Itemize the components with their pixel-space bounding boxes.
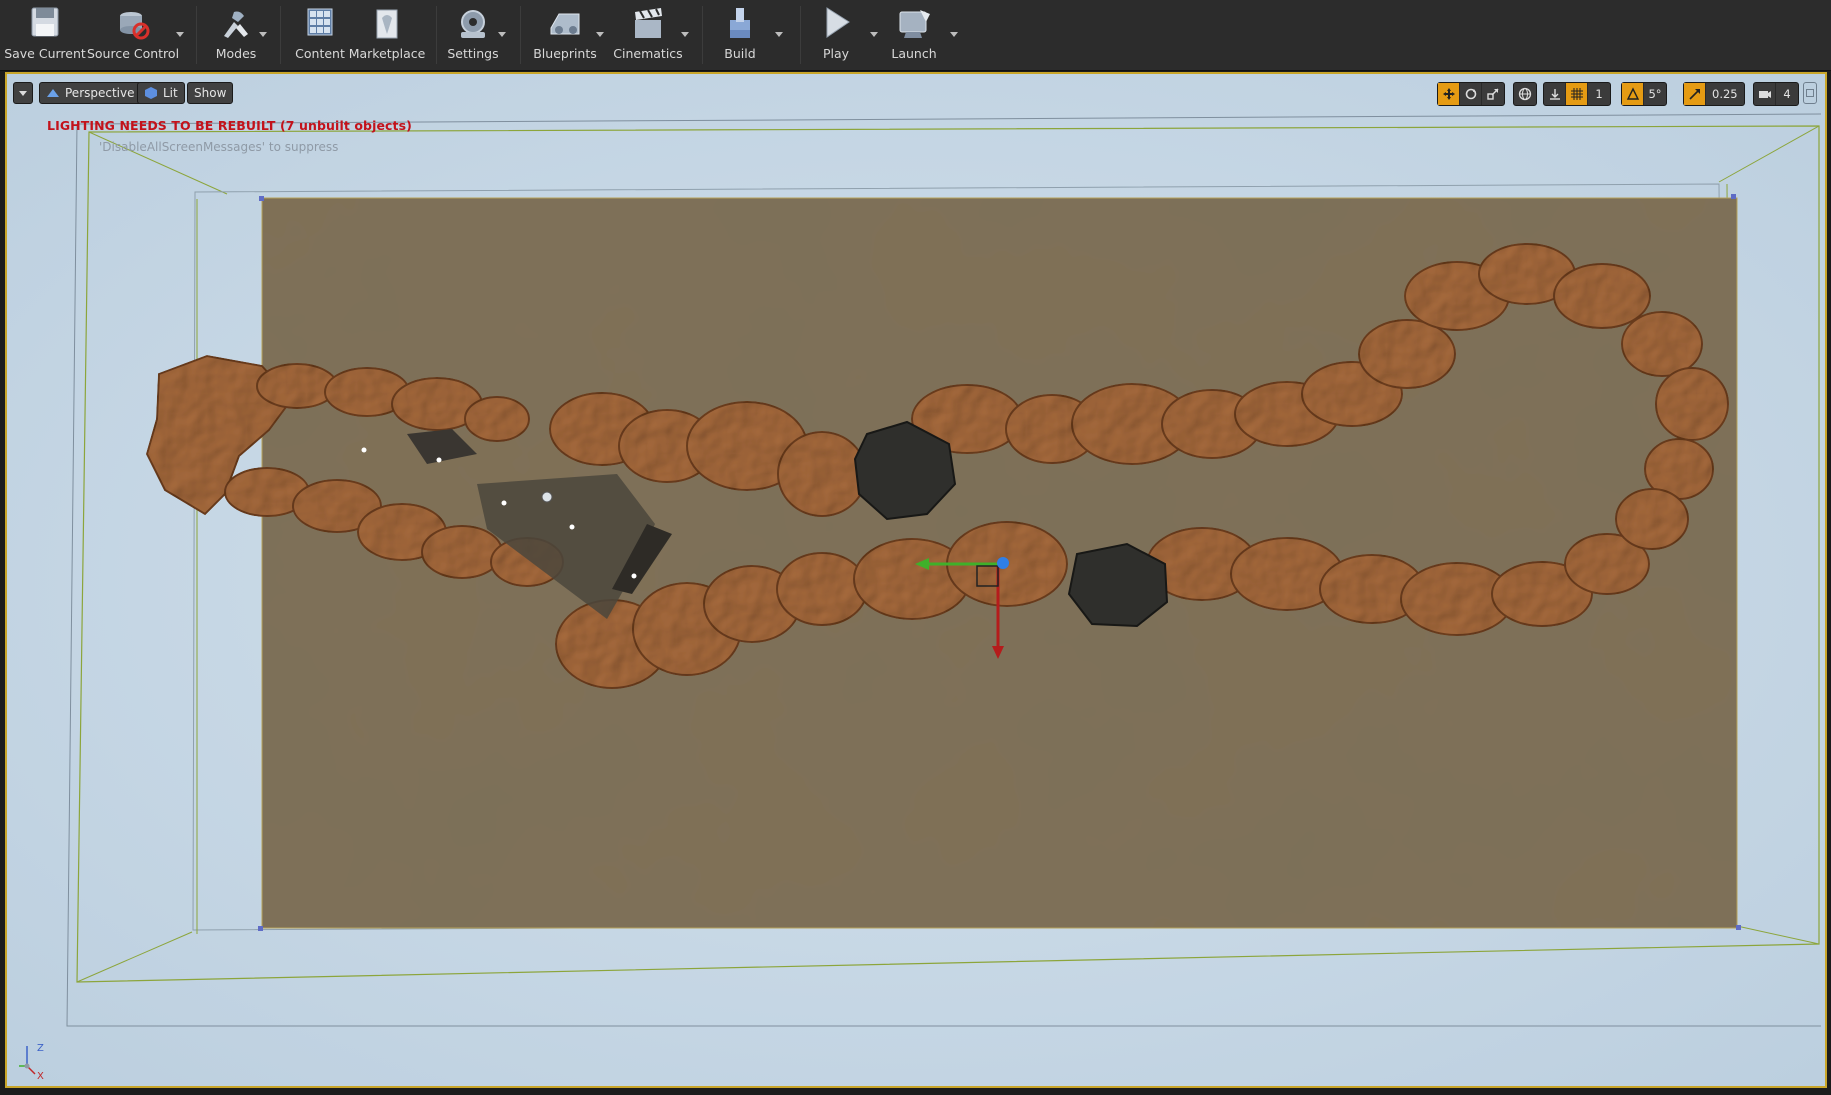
main-toolbar: Save Current Source Control Modes Conten… — [0, 0, 1831, 71]
maximize-viewport-button[interactable] — [1803, 82, 1817, 104]
rotation-snap-toggle[interactable] — [1622, 83, 1644, 105]
content-label: Content — [295, 46, 345, 61]
source-control-icon — [120, 12, 150, 40]
toolbar-separator — [800, 6, 801, 64]
world-space-button[interactable] — [1514, 83, 1536, 105]
surface-snap-button[interactable] — [1544, 83, 1566, 105]
move-arrows-icon — [1442, 88, 1455, 100]
camera-speed-button[interactable] — [1754, 83, 1776, 105]
surface-snap-icon — [1549, 89, 1560, 100]
build-button[interactable]: Build — [712, 4, 768, 66]
build-icon — [730, 8, 750, 38]
source-control-button[interactable]: Source Control — [86, 4, 180, 66]
lit-sphere-icon — [145, 87, 157, 99]
scale-mode-button[interactable] — [1482, 83, 1504, 105]
camera-speed-group: 4 — [1753, 82, 1799, 106]
blueprints-label: Blueprints — [533, 46, 597, 61]
camera-speed-value[interactable]: 4 — [1776, 83, 1798, 105]
grid-icon — [1570, 88, 1583, 100]
toolbar-separator — [280, 6, 281, 64]
grid-size-value[interactable]: 1 — [1588, 83, 1610, 105]
perspective-label: Perspective — [65, 86, 135, 100]
blueprints-icon — [550, 13, 580, 35]
chevron-down-icon — [19, 90, 27, 96]
axis-x-label: X — [37, 1071, 44, 1080]
coordinate-space-group — [1513, 82, 1537, 106]
level-viewport[interactable]: Perspective Lit Show 1 5° 0.25 4 LIGHTIN… — [5, 72, 1827, 1088]
play-label: Play — [822, 46, 850, 61]
lit-button[interactable]: Lit — [137, 82, 185, 104]
toolbar-separator — [702, 6, 703, 64]
play-button[interactable]: Play — [808, 4, 864, 66]
show-button[interactable]: Show — [187, 82, 234, 104]
blueprints-dropdown-caret[interactable] — [596, 32, 604, 37]
toolbar-separator — [196, 6, 197, 64]
viewport-scene[interactable] — [7, 74, 1825, 1086]
settings-label: Settings — [447, 46, 499, 61]
scale-arrow-icon — [1688, 89, 1700, 100]
lighting-warning-message: LIGHTING NEEDS TO BE REBUILT (7 unbuilt … — [47, 118, 412, 133]
save-icon — [31, 7, 59, 37]
play-icon — [826, 7, 850, 38]
grid-snap-toggle[interactable] — [1566, 83, 1588, 105]
rotation-snap-value[interactable]: 5° — [1644, 83, 1666, 105]
grid-snap-group: 1 — [1543, 82, 1611, 106]
settings-button[interactable]: Settings — [444, 4, 502, 66]
launch-icon — [899, 10, 930, 38]
save-current-label: Save Current — [4, 46, 86, 61]
content-button[interactable]: Content — [290, 4, 350, 66]
perspective-icon — [47, 89, 59, 97]
settings-dropdown-caret[interactable] — [498, 32, 506, 37]
camera-icon — [1758, 91, 1771, 98]
source-control-label: Source Control — [86, 46, 180, 61]
axis-indicator: Z X — [19, 1043, 44, 1080]
scale-icon — [1487, 88, 1499, 100]
build-dropdown-caret[interactable] — [775, 32, 783, 37]
scale-snap-value[interactable]: 0.25 — [1706, 83, 1744, 105]
marketplace-icon — [376, 9, 398, 39]
launch-button[interactable]: Launch — [886, 4, 942, 66]
launch-label: Launch — [891, 46, 937, 61]
rotate-icon — [1465, 88, 1476, 100]
save-current-button[interactable]: Save Current — [4, 4, 86, 66]
toolbar-separator — [520, 6, 521, 64]
scale-snap-toggle[interactable] — [1684, 83, 1706, 105]
suppress-hint-message: 'DisableAllScreenMessages' to suppress — [99, 140, 339, 154]
content-icon — [307, 8, 333, 36]
translate-mode-button[interactable] — [1438, 83, 1460, 105]
globe-icon — [1518, 87, 1532, 101]
rotate-mode-button[interactable] — [1460, 83, 1482, 105]
rotation-snap-group: 5° — [1621, 82, 1667, 106]
transform-mode-group — [1437, 82, 1505, 106]
cinematics-button[interactable]: Cinematics — [612, 4, 684, 66]
perspective-button[interactable]: Perspective — [39, 82, 142, 104]
cinematics-label: Cinematics — [613, 46, 683, 61]
modes-label: Modes — [215, 46, 257, 61]
source-control-dropdown-caret[interactable] — [176, 32, 184, 37]
show-label: Show — [194, 86, 227, 100]
blueprints-button[interactable]: Blueprints — [530, 4, 600, 66]
settings-icon — [461, 10, 485, 38]
cinematics-dropdown-caret[interactable] — [681, 32, 689, 37]
modes-button[interactable]: Modes — [208, 4, 264, 66]
marketplace-label: Marketplace — [348, 46, 426, 61]
toolbar-separator — [436, 6, 437, 64]
axis-z-label: Z — [37, 1043, 44, 1054]
play-dropdown-caret[interactable] — [870, 32, 878, 37]
build-label: Build — [724, 46, 756, 61]
modes-icon — [224, 11, 248, 38]
cinematics-icon — [635, 8, 662, 38]
launch-dropdown-caret[interactable] — [950, 32, 958, 37]
marketplace-button[interactable]: Marketplace — [348, 4, 426, 66]
viewport-toolbar: Perspective Lit Show 1 5° 0.25 4 — [7, 74, 1825, 114]
maximize-icon — [1806, 89, 1814, 97]
scale-snap-group: 0.25 — [1683, 82, 1745, 106]
modes-dropdown-caret[interactable] — [259, 32, 267, 37]
lit-label: Lit — [163, 86, 178, 100]
angle-icon — [1626, 87, 1639, 100]
viewport-options-dropdown[interactable] — [13, 82, 33, 104]
